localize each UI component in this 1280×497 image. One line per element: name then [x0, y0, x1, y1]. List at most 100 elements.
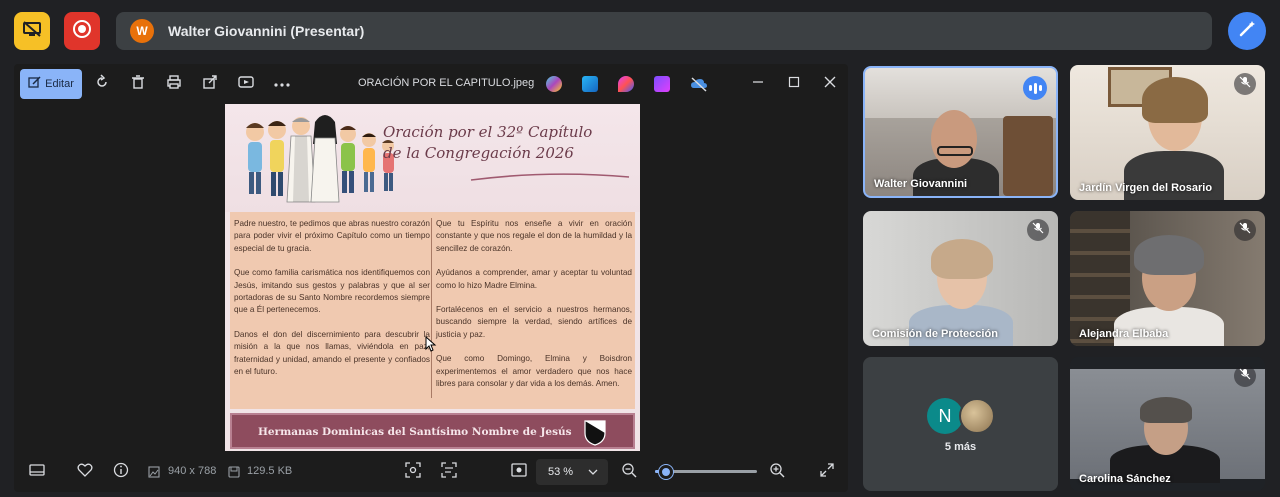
photo-viewer-window: Editar ORACIÓN POR EL CAPITULO.jpeg Orac…	[14, 64, 848, 492]
participant-avatar-image	[959, 398, 995, 434]
info-icon	[113, 462, 129, 483]
participant-name: Jardín Virgen del Rosario	[1079, 182, 1213, 194]
participant-tile[interactable]: Carolina Sánchez	[1070, 357, 1265, 491]
prayer-paragraph: Danos el don del discernimiento para des…	[234, 329, 430, 377]
participant-hair	[1140, 397, 1192, 423]
zoom-out-button[interactable]	[620, 462, 638, 481]
fullscreen-button[interactable]	[818, 462, 836, 482]
room-door	[1003, 116, 1053, 196]
copilot-icon[interactable]	[546, 76, 562, 92]
more-participants-tile[interactable]: N 5 más	[863, 357, 1058, 491]
document-image[interactable]: Oración por el 32º Capítulo de la Congre…	[225, 104, 640, 451]
file-name: ORACIÓN POR EL CAPITULO.jpeg	[358, 77, 535, 89]
prayer-paragraph: Padre nuestro, te pedimos que abras nues…	[234, 219, 430, 253]
fit-to-window-button[interactable]	[510, 462, 528, 482]
prayer-left-column: Padre nuestro, te pedimos que abras nues…	[234, 218, 430, 390]
congregation-name: Hermanas Dominicas del Santísimo Nombre …	[258, 426, 572, 438]
recording-button[interactable]	[64, 12, 100, 50]
print-button[interactable]	[164, 74, 184, 94]
mic-off-icon	[1239, 221, 1251, 239]
designer-app-icon[interactable]	[618, 76, 634, 92]
maximize-button[interactable]	[784, 74, 804, 94]
zoom-level: 53 %	[548, 466, 574, 478]
edit-button[interactable]: Editar	[20, 69, 82, 99]
participant-avatar: N	[927, 398, 963, 434]
participant-hair	[1134, 235, 1204, 275]
people-illustration	[246, 115, 394, 203]
delete-button[interactable]	[128, 74, 148, 94]
clipchamp-app-icon[interactable]	[654, 76, 670, 92]
file-size: 129.5 KB	[247, 465, 293, 477]
heart-icon	[77, 463, 93, 482]
prayer-paragraph: Que tu Espíritu nos enseñe a vivir en or…	[436, 219, 632, 253]
fullscreen-icon	[820, 462, 834, 482]
participant-name: Comisión de Protección	[872, 328, 998, 340]
speaking-indicator	[1023, 76, 1047, 100]
zoom-slider-handle[interactable]	[659, 465, 674, 479]
document-header: Oración por el 32º Capítulo de la Congre…	[225, 104, 640, 212]
participant-name: Walter Giovannini	[874, 178, 968, 190]
visual-search-button[interactable]	[404, 461, 422, 481]
zoom-in-button[interactable]	[768, 462, 786, 483]
edit-icon	[28, 76, 41, 92]
presenter-banner[interactable]: W Walter Giovannini (Presentar)	[116, 12, 1212, 50]
rotate-button[interactable]	[92, 73, 112, 95]
participant-tile[interactable]: Comisión de Protección	[863, 211, 1058, 346]
participant-name: Carolina Sánchez	[1079, 473, 1171, 485]
mic-off-icon	[1032, 221, 1044, 239]
congregation-shield-icon	[584, 420, 606, 446]
participant-tile[interactable]: Walter Giovannini	[863, 66, 1058, 198]
minimize-button[interactable]	[748, 74, 768, 94]
rotate-icon	[94, 73, 110, 95]
maximize-icon	[788, 75, 800, 93]
text-recognition-button[interactable]	[440, 461, 458, 483]
share-icon	[202, 74, 218, 95]
magic-pen-icon	[1237, 19, 1257, 44]
zoom-in-icon	[769, 462, 785, 483]
magic-pen-button[interactable]	[1228, 12, 1266, 50]
prayer-right-column: Que tu Espíritu nos enseñe a vivir en or…	[436, 218, 632, 402]
image-dimensions-icon	[148, 465, 160, 483]
stop-presenting-button[interactable]	[14, 12, 50, 50]
glasses	[937, 146, 973, 156]
slideshow-button[interactable]	[236, 74, 256, 94]
file-info-button[interactable]	[112, 462, 130, 483]
column-divider	[431, 218, 432, 398]
screen-fit-icon	[511, 462, 527, 482]
participant-tile[interactable]: Alejandra Elbaba	[1070, 211, 1265, 346]
prayer-paragraph: Fortalécenos en el servicio a nuestros h…	[436, 305, 632, 339]
participant-figure	[1114, 307, 1224, 346]
close-button[interactable]	[820, 74, 840, 94]
prayer-paragraph: Que como Domingo, Elmina y Boisdron expe…	[436, 354, 632, 389]
mic-off-indicator	[1234, 365, 1256, 387]
chevron-down-icon	[588, 467, 598, 479]
more-participants-label: 5 más	[944, 441, 977, 453]
mouse-cursor-icon	[425, 336, 437, 352]
zoom-dropdown[interactable]: 53 %	[536, 459, 608, 485]
favorite-button[interactable]	[76, 463, 94, 481]
present-stop-icon	[22, 20, 42, 42]
document-title: Oración por el 32º Capítulo de la Congre…	[383, 123, 593, 162]
onedrive-off-icon[interactable]	[690, 76, 707, 92]
trash-icon	[130, 74, 146, 95]
print-icon	[166, 74, 182, 95]
participant-tile[interactable]: Jardín Virgen del Rosario	[1070, 65, 1265, 200]
actual-size-icon	[441, 461, 457, 483]
slideshow-icon	[238, 74, 254, 95]
filmstrip-button[interactable]	[28, 463, 46, 481]
participant-name: Alejandra Elbaba	[1079, 328, 1169, 340]
prayer-paragraph: Que como familia carismática nos identif…	[234, 268, 430, 315]
image-dimensions: 940 x 788	[168, 465, 217, 477]
viewer-bottom-bar: 940 x 788 129.5 KB 53 %	[14, 451, 848, 492]
presenter-label: Walter Giovannini (Presentar)	[168, 23, 365, 39]
mic-off-indicator	[1027, 219, 1049, 241]
share-button[interactable]	[200, 74, 220, 94]
viewer-toolbar: Editar ORACIÓN POR EL CAPITULO.jpeg	[14, 64, 848, 104]
photos-edit-app-icon[interactable]	[582, 76, 598, 92]
minimize-icon	[752, 75, 764, 93]
more-options-button[interactable]	[272, 74, 292, 94]
prayer-paragraph: Ayúdanos a comprender, amar y aceptar tu…	[436, 268, 632, 290]
participant-hair	[1142, 77, 1208, 123]
presenter-avatar: W	[130, 19, 154, 43]
participant-face	[931, 110, 977, 168]
